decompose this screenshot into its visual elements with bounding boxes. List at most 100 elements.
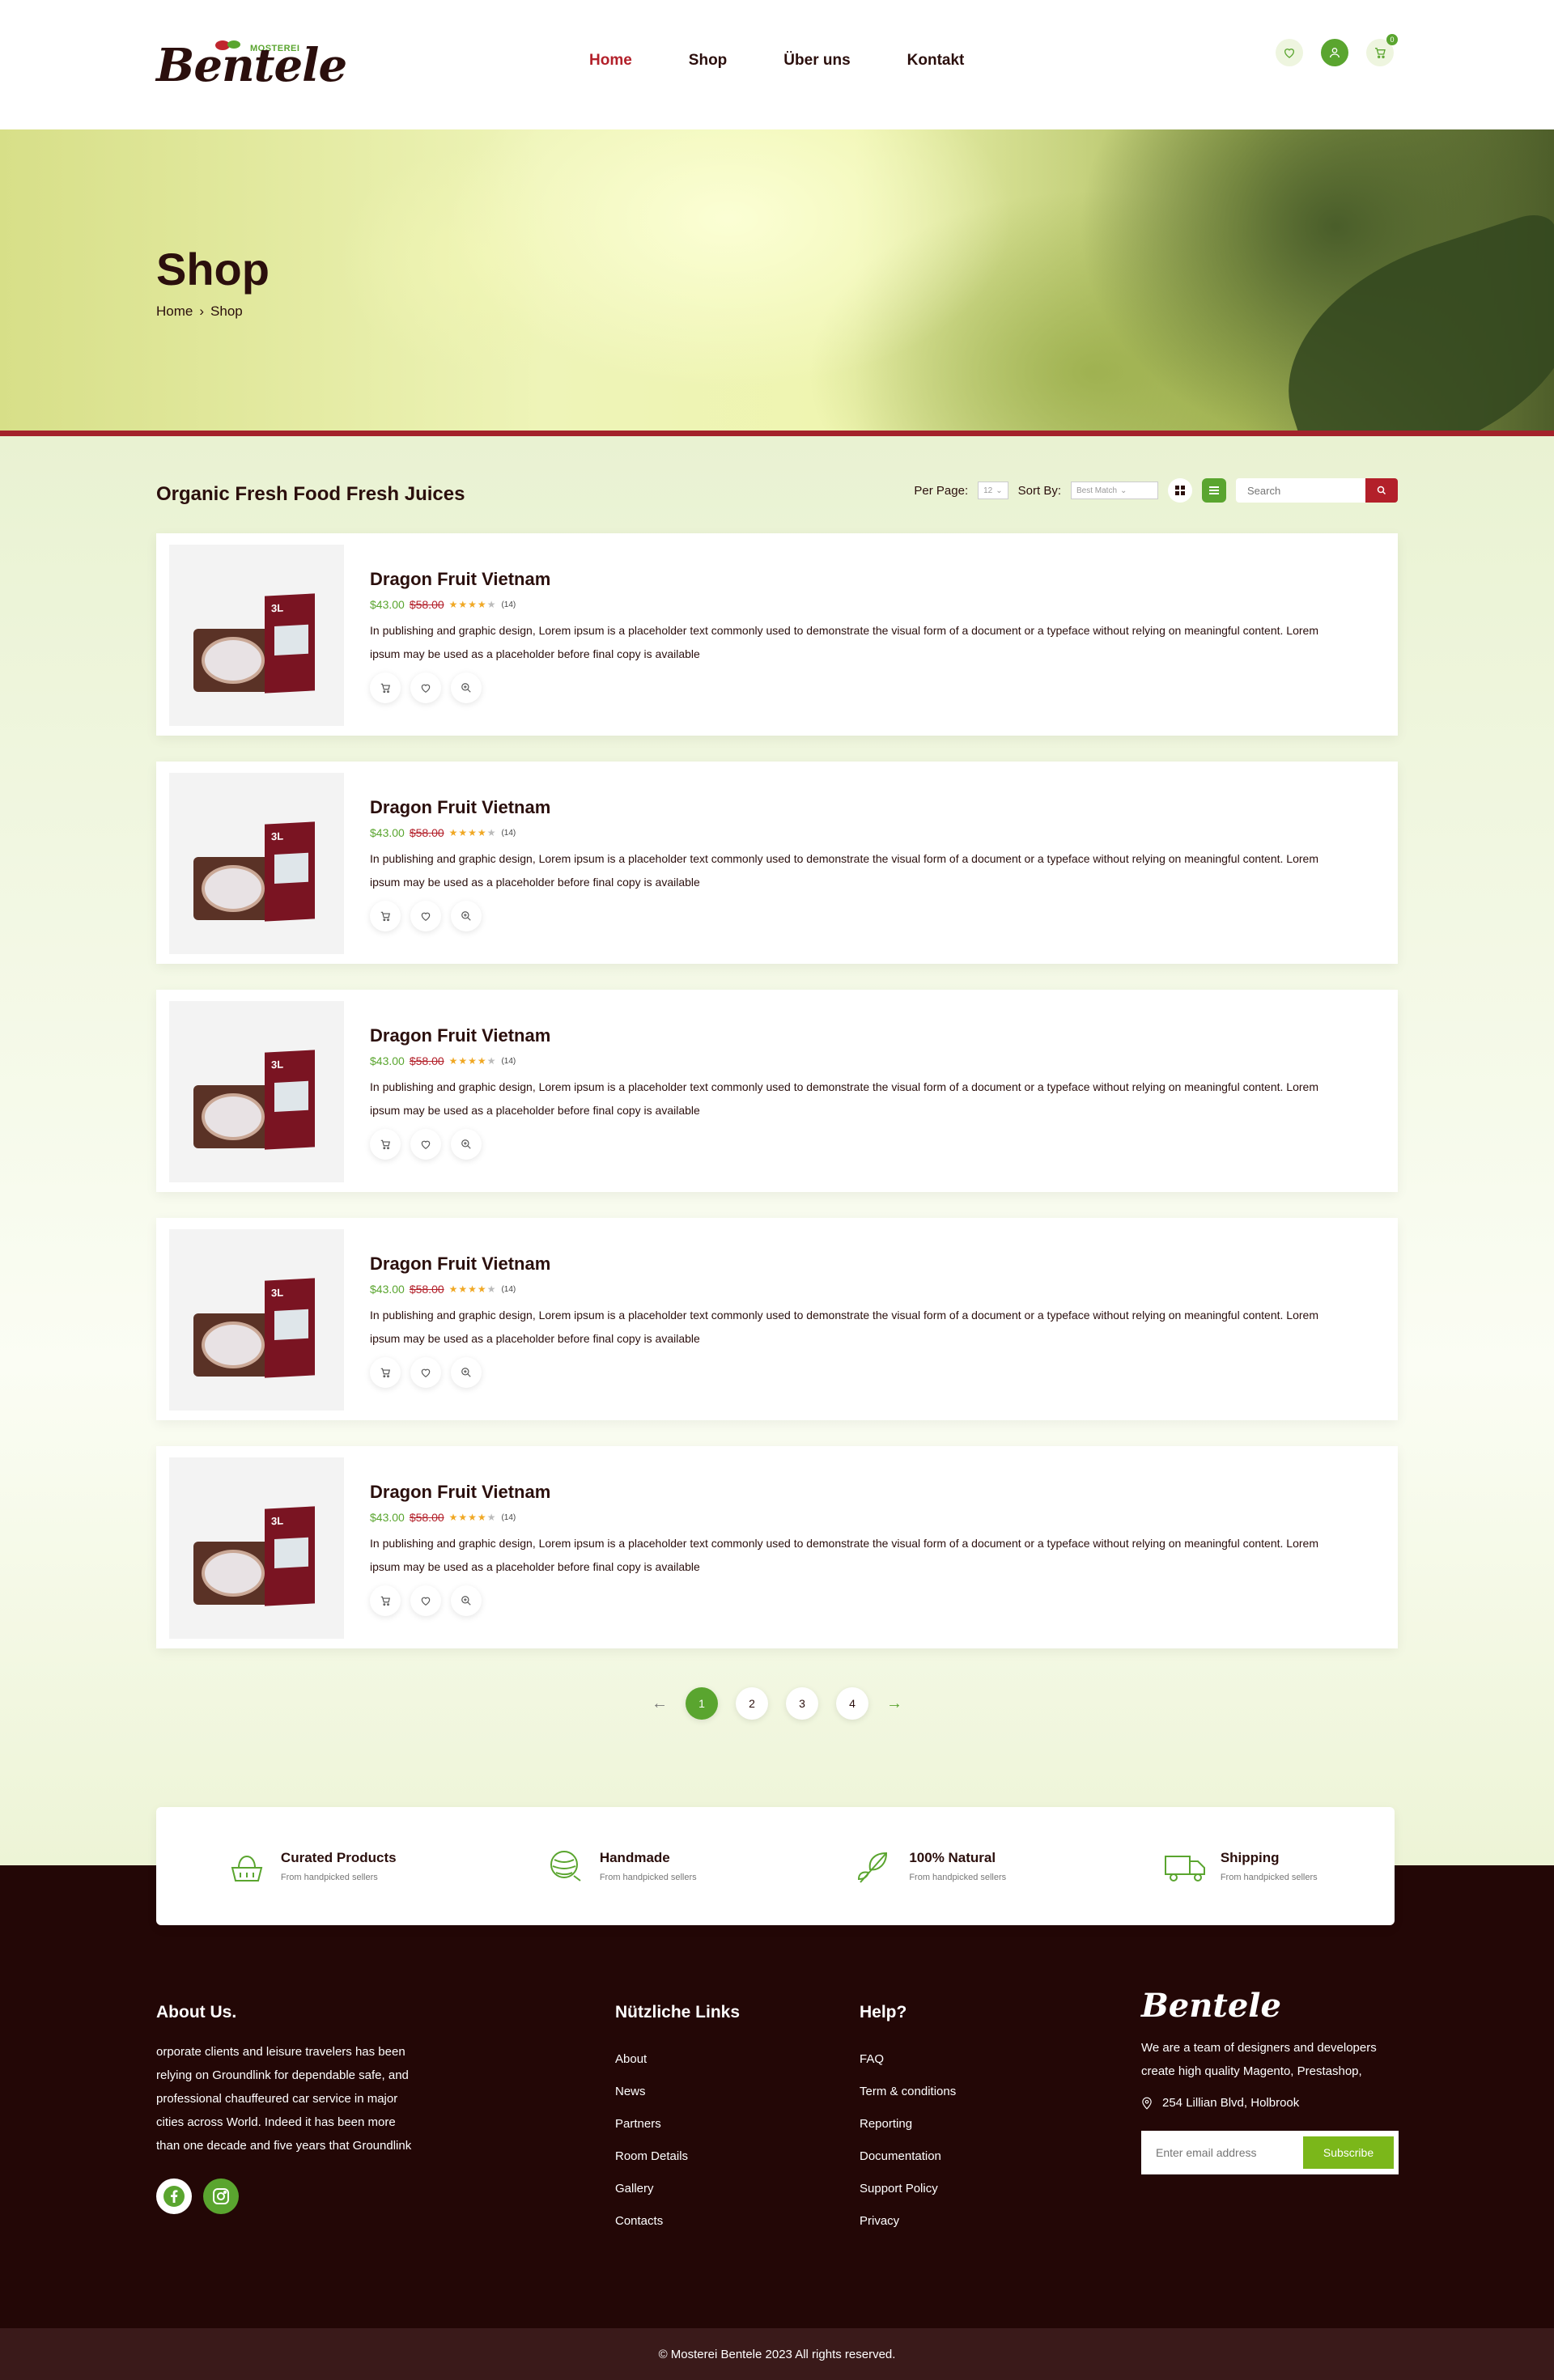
page-button-4[interactable]: 4 <box>836 1687 868 1720</box>
product-old-price: $58.00 <box>409 826 444 839</box>
breadcrumb-home[interactable]: Home <box>156 303 193 320</box>
footer-help-reporting[interactable]: Reporting <box>860 2108 956 2140</box>
product-image[interactable]: 3L <box>169 1001 344 1182</box>
logo-text: Bentele <box>156 39 347 92</box>
product-image[interactable]: 3L <box>169 1229 344 1411</box>
copyright-text: © Mosterei Bentele 2023 All rights reser… <box>658 2347 896 2361</box>
footer-help-documentation[interactable]: Documentation <box>860 2140 956 2173</box>
footer-link-partners[interactable]: Partners <box>615 2108 740 2140</box>
footer-about-text: orporate clients and leisure travelers h… <box>156 2045 412 2153</box>
feature-title: 100% Natural <box>909 1850 996 1865</box>
feature-subtitle: From handpicked sellers <box>280 1873 378 1882</box>
product-image[interactable]: 3L <box>169 773 344 954</box>
footer-link-room-details[interactable]: Room Details <box>615 2140 740 2173</box>
search-button[interactable] <box>1365 478 1398 503</box>
footer-link-gallery[interactable]: Gallery <box>615 2173 740 2205</box>
product-image[interactable]: 3L <box>169 1457 344 1639</box>
footer-link-contacts[interactable]: Contacts <box>615 2205 740 2238</box>
site-logo[interactable]: MOSTEREI Bentele <box>156 36 347 94</box>
nav-contact[interactable]: Kontakt <box>907 52 965 70</box>
newsletter-email-input[interactable] <box>1156 2146 1303 2159</box>
footer-help-support-policy[interactable]: Support Policy <box>860 2173 956 2205</box>
product-info: Dragon Fruit Vietnam $43.00 $58.00 ★★★★★ (14… <box>370 797 1325 931</box>
quick-view-button[interactable] <box>451 1585 482 1616</box>
add-to-wishlist-button[interactable] <box>410 1129 441 1160</box>
product-card[interactable]: 3L Dragon Fruit Vietnam $43.00 $58.00 ★★★★★ (… <box>156 762 1398 964</box>
product-old-price: $58.00 <box>409 1283 444 1296</box>
product-description: In publishing and graphic design, Lorem … <box>370 1080 1318 1117</box>
product-card[interactable]: 3L Dragon Fruit Vietnam $43.00 $58.00 ★★★★★ (… <box>156 1218 1398 1420</box>
product-price: $43.00 <box>370 1283 405 1296</box>
footer-logo[interactable]: Bentele <box>1141 1987 1408 2025</box>
facebook-button[interactable] <box>156 2178 192 2214</box>
arrow-right-icon[interactable]: → <box>886 1695 902 1713</box>
add-to-wishlist-button[interactable] <box>410 672 441 703</box>
page-button-3[interactable]: 3 <box>786 1687 818 1720</box>
product-description: In publishing and graphic design, Lorem … <box>370 852 1318 889</box>
list-view-button[interactable] <box>1202 478 1226 503</box>
sort-select[interactable]: Best Match ⌄ <box>1071 482 1158 499</box>
nav-about[interactable]: Über uns <box>783 52 850 70</box>
add-to-wishlist-button[interactable] <box>410 901 441 931</box>
footer-link-news[interactable]: News <box>615 2076 740 2108</box>
add-to-cart-button[interactable] <box>370 672 401 703</box>
site-header: MOSTEREI Bentele Home Shop Über uns Kont… <box>0 0 1554 129</box>
product-card[interactable]: 3L Dragon Fruit Vietnam $43.00 $58.00 ★★★★★ (… <box>156 990 1398 1192</box>
instagram-button[interactable] <box>203 2178 239 2214</box>
add-to-cart-button[interactable] <box>370 901 401 931</box>
quick-view-button[interactable] <box>451 901 482 931</box>
page-button-1[interactable]: 1 <box>686 1687 718 1720</box>
add-to-wishlist-button[interactable] <box>410 1357 441 1388</box>
quick-view-button[interactable] <box>451 1129 482 1160</box>
copyright-bar: © Mosterei Bentele 2023 All rights reser… <box>0 2328 1554 2380</box>
quick-view-button[interactable] <box>451 1357 482 1388</box>
zoom-icon <box>461 1596 471 1606</box>
add-to-cart-button[interactable] <box>370 1357 401 1388</box>
subscribe-button[interactable]: Subscribe <box>1303 2136 1394 2169</box>
product-title[interactable]: Dragon Fruit Vietnam <box>370 797 1325 818</box>
basket-icon <box>231 1855 263 1882</box>
zoom-icon <box>461 1368 471 1377</box>
nav-shop[interactable]: Shop <box>689 52 728 70</box>
nav-home[interactable]: Home <box>589 52 632 70</box>
product-image[interactable]: 3L <box>169 545 344 726</box>
grid-icon <box>1175 486 1185 495</box>
add-to-cart-button[interactable] <box>370 1585 401 1616</box>
per-page-select[interactable]: 12 ⌄ <box>978 482 1008 499</box>
star-rating-icon: ★★★★★ <box>448 1512 497 1523</box>
wishlist-button[interactable] <box>1276 39 1303 66</box>
product-title[interactable]: Dragon Fruit Vietnam <box>370 1025 1325 1046</box>
chevron-down-icon: ⌄ <box>996 486 1003 495</box>
rating-count: (14) <box>501 1284 516 1294</box>
footer-help-privacy[interactable]: Privacy <box>860 2205 956 2238</box>
feature-item: Shipping From handpicked sellers <box>1085 1807 1395 1925</box>
account-button[interactable] <box>1321 39 1348 66</box>
heart-icon <box>1284 49 1295 58</box>
footer-help-faq[interactable]: FAQ <box>860 2043 956 2076</box>
cart-count-badge: 0 <box>1386 34 1398 45</box>
quick-view-button[interactable] <box>451 672 482 703</box>
footer-brand-text: We are a team of designers and developer… <box>1141 2041 1377 2078</box>
product-title[interactable]: Dragon Fruit Vietnam <box>370 1254 1325 1275</box>
add-to-cart-button[interactable] <box>370 1129 401 1160</box>
footer-help-terms[interactable]: Term & conditions <box>860 2076 956 2108</box>
cart-button[interactable]: 0 <box>1366 34 1398 66</box>
page-button-2[interactable]: 2 <box>736 1687 768 1720</box>
product-title[interactable]: Dragon Fruit Vietnam <box>370 1482 1325 1503</box>
product-actions <box>370 901 1325 931</box>
leaf-decoration <box>1256 208 1554 431</box>
search-input[interactable] <box>1236 478 1365 503</box>
product-card[interactable]: 3L Dragon Fruit Vietnam $43.00 $58.00 ★★★★★ (… <box>156 1446 1398 1648</box>
product-info: Dragon Fruit Vietnam $43.00 $58.00 ★★★★★ (14… <box>370 1025 1325 1160</box>
search-icon <box>1377 486 1386 495</box>
add-to-wishlist-button[interactable] <box>410 1585 441 1616</box>
product-title[interactable]: Dragon Fruit Vietnam <box>370 569 1325 590</box>
product-card[interactable]: 3L Dragon Fruit Vietnam $43.00 $58.00 ★★★★★ (… <box>156 533 1398 736</box>
product-prices: $43.00 $58.00 ★★★★★ (14) <box>370 1054 1325 1067</box>
grid-view-button[interactable] <box>1168 478 1192 503</box>
footer-link-about[interactable]: About <box>615 2043 740 2076</box>
heart-icon <box>421 1597 431 1606</box>
truck-icon <box>1164 1856 1205 1882</box>
heart-icon <box>421 912 431 921</box>
arrow-left-icon[interactable]: ← <box>652 1695 668 1713</box>
